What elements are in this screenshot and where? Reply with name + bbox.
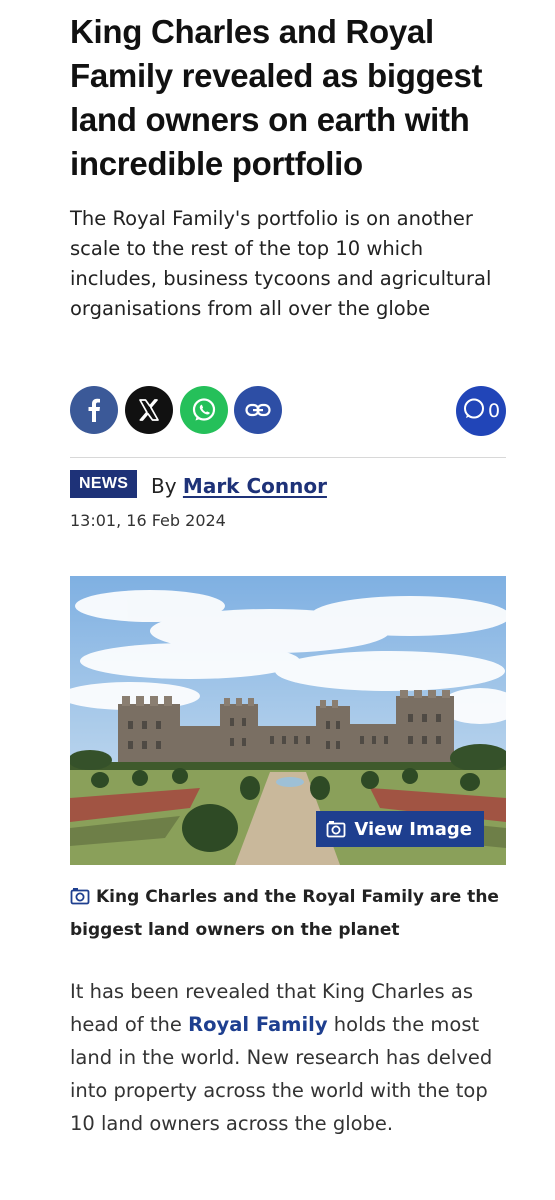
x-share-button[interactable]: [125, 386, 173, 434]
view-image-label: View Image: [354, 818, 472, 840]
byline: By Mark Connor: [151, 474, 327, 498]
copy-link-button[interactable]: [234, 386, 282, 434]
article-body-paragraph: It has been revealed that King Charles a…: [70, 975, 515, 1140]
whatsapp-share-button[interactable]: [180, 386, 228, 434]
camera-icon: [326, 820, 346, 838]
category-badge[interactable]: NEWS: [70, 470, 138, 498]
author-link[interactable]: Mark Connor: [183, 474, 327, 498]
link-icon: [245, 402, 271, 418]
comment-count: 0: [487, 400, 501, 422]
royal-family-link[interactable]: Royal Family: [188, 1013, 328, 1036]
article-standfirst: The Royal Family's portfolio is on anoth…: [70, 207, 492, 320]
divider: [70, 457, 506, 458]
comments-button[interactable]: 0: [456, 386, 506, 436]
caption-text: King Charles and the Royal Family are th…: [70, 887, 499, 940]
image-caption: King Charles and the Royal Family are th…: [70, 882, 510, 945]
byline-label: By: [151, 474, 177, 498]
share-bar: 0: [70, 386, 506, 436]
publish-timestamp: 13:01, 16 Feb 2024: [70, 511, 226, 530]
camera-icon: [70, 885, 90, 915]
facebook-share-button[interactable]: [70, 386, 118, 434]
article-headline: King Charles and Royal Family revealed a…: [70, 13, 483, 182]
speech-bubble-icon: [462, 397, 486, 426]
hero-image[interactable]: View Image: [70, 576, 506, 865]
whatsapp-icon: [190, 396, 218, 424]
view-image-button[interactable]: View Image: [316, 811, 484, 847]
x-icon: [137, 398, 161, 422]
facebook-icon: [83, 398, 105, 422]
